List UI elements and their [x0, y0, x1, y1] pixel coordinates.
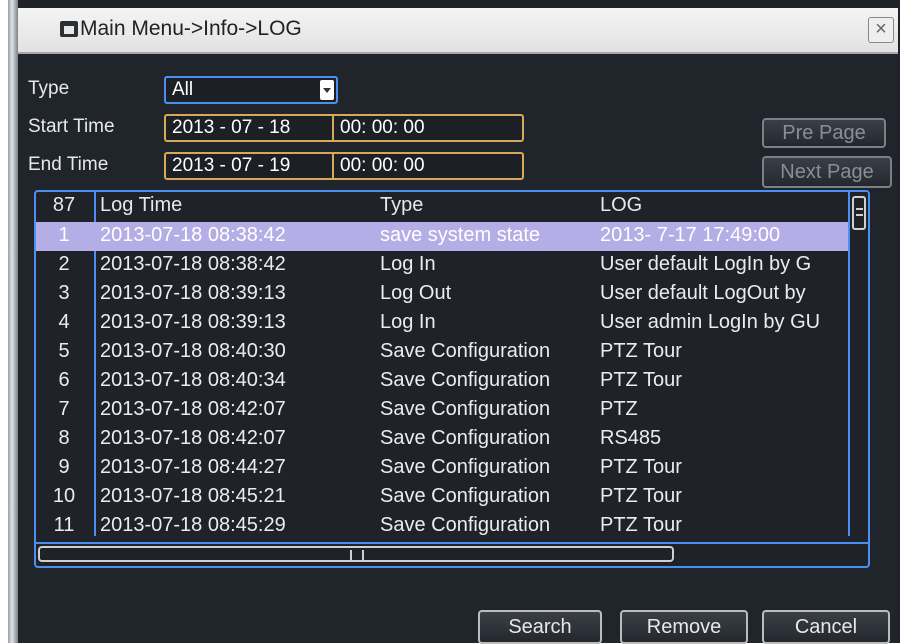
table-row[interactable]: 9 2013-07-18 08:44:27 Save Configuration PT…: [36, 454, 868, 483]
row-number: 10: [52, 485, 76, 507]
log-panel: Type All Start Time 2013 - 07 - 18 00: 0…: [18, 54, 898, 644]
close-button[interactable]: ×: [868, 17, 894, 43]
log-table: 87 Log Time Type LOG 1 2013-07-18 08:38:4…: [34, 190, 870, 568]
end-date-input[interactable]: 2013 - 07 - 19: [166, 154, 334, 178]
start-time-label: Start Time: [28, 116, 115, 137]
pre-page-button[interactable]: Pre Page: [762, 118, 886, 148]
record-count: 87: [52, 194, 76, 216]
row-number: 6: [58, 369, 70, 391]
vertical-scrollbar[interactable]: [848, 192, 868, 536]
table-row[interactable]: 10 2013-07-18 08:45:21 Save Configuration P…: [36, 483, 868, 512]
menu-icon: [60, 21, 78, 37]
row-log-time: 2013-07-18 08:42:07: [100, 398, 286, 420]
row-number: 1: [58, 224, 70, 246]
table-row[interactable]: 3 2013-07-18 08:39:13 Log Out User default …: [36, 280, 868, 309]
row-number: 11: [53, 514, 75, 536]
cancel-button[interactable]: Cancel: [762, 610, 890, 644]
table-row[interactable]: 4 2013-07-18 08:39:13 Log In User admin Log…: [36, 309, 868, 338]
row-log: PTZ: [600, 398, 638, 420]
type-select-value: All: [172, 79, 194, 100]
table-row[interactable]: 6 2013-07-18 08:40:34 Save Configuration PT…: [36, 367, 868, 396]
row-log: PTZ Tour: [600, 456, 682, 478]
row-log-time: 2013-07-18 08:45:21: [100, 485, 286, 507]
remove-button[interactable]: Remove: [620, 610, 748, 644]
row-number: 2: [58, 253, 70, 275]
horizontal-scrollbar[interactable]: [36, 542, 868, 566]
row-log: PTZ Tour: [600, 340, 682, 362]
row-log: PTZ Tour: [600, 485, 682, 507]
next-page-button[interactable]: Next Page: [762, 156, 892, 188]
row-log: User default LogOut by: [600, 282, 806, 304]
row-type: Save Configuration: [380, 485, 551, 507]
end-time-label: End Time: [28, 154, 109, 175]
row-type: save system state: [380, 224, 541, 246]
row-number: 3: [58, 282, 70, 304]
row-type: Log In: [380, 253, 436, 275]
column-header-log-time: Log Time: [100, 194, 183, 216]
table-row[interactable]: 7 2013-07-18 08:42:07 Save Configuration PT…: [36, 396, 868, 425]
row-type: Save Configuration: [380, 456, 551, 478]
row-number: 5: [58, 340, 70, 362]
type-select[interactable]: All: [164, 76, 338, 104]
start-time-input[interactable]: 00: 00: 00: [334, 116, 425, 140]
vertical-scroll-thumb[interactable]: [852, 196, 866, 230]
row-log: RS485: [600, 427, 662, 449]
column-header-log: LOG: [600, 194, 643, 216]
row-type: Save Configuration: [380, 398, 551, 420]
row-log-time: 2013-07-18 08:38:42: [100, 224, 286, 246]
title-bar: Main Menu->Info->LOG ×: [18, 8, 898, 54]
search-button[interactable]: Search: [478, 610, 602, 644]
window-edge: [8, 0, 18, 643]
chevron-down-icon[interactable]: [320, 80, 334, 100]
table-row[interactable]: 5 2013-07-18 08:40:30 Save Configuration PT…: [36, 338, 868, 367]
row-type: Save Configuration: [380, 340, 551, 362]
start-datetime-field[interactable]: 2013 - 07 - 18 00: 00: 00: [164, 114, 524, 142]
row-log-time: 2013-07-18 08:39:13: [100, 282, 286, 304]
row-log-time: 2013-07-18 08:39:13: [100, 311, 286, 333]
row-log-time: 2013-07-18 08:42:07: [100, 427, 286, 449]
row-type: Save Configuration: [380, 369, 551, 391]
row-log: PTZ Tour: [600, 369, 682, 391]
horizontal-scroll-thumb[interactable]: [38, 546, 674, 562]
row-log: User default LogIn by G: [600, 253, 812, 275]
end-time-input[interactable]: 00: 00: 00: [334, 154, 425, 178]
row-type: Save Configuration: [380, 514, 551, 536]
row-log-time: 2013-07-18 08:40:30: [100, 340, 286, 362]
table-row[interactable]: 2 2013-07-18 08:38:42 Log In User default L…: [36, 251, 868, 280]
table-row[interactable]: 8 2013-07-18 08:42:07 Save Configuration RS…: [36, 425, 868, 454]
type-label: Type: [28, 78, 70, 99]
column-header-type: Type: [380, 194, 424, 216]
row-type: Save Configuration: [380, 427, 551, 449]
row-number: 4: [58, 311, 70, 333]
table-row[interactable]: 1 2013-07-18 08:38:42 save system state 201…: [36, 222, 868, 251]
row-number: 9: [58, 456, 70, 478]
row-log: PTZ Tour: [600, 514, 682, 536]
table-row[interactable]: 11 2013-07-18 08:45:29 Save Configuration P…: [36, 512, 868, 541]
start-date-input[interactable]: 2013 - 07 - 18: [166, 116, 334, 140]
row-number: 8: [58, 427, 70, 449]
grip-icon: [350, 550, 364, 560]
window-title: Main Menu->Info->LOG: [80, 17, 302, 40]
row-log-time: 2013-07-18 08:44:27: [100, 456, 286, 478]
row-type: Log In: [380, 311, 436, 333]
row-log: User admin LogIn by GU: [600, 311, 821, 333]
row-number: 7: [58, 398, 70, 420]
row-log: 2013- 7-17 17:49:00: [600, 224, 781, 246]
row-log-time: 2013-07-18 08:45:29: [100, 514, 286, 536]
row-log-time: 2013-07-18 08:40:34: [100, 369, 286, 391]
row-log-time: 2013-07-18 08:38:42: [100, 253, 286, 275]
end-datetime-field[interactable]: 2013 - 07 - 19 00: 00: 00: [164, 152, 524, 180]
row-type: Log Out: [380, 282, 452, 304]
